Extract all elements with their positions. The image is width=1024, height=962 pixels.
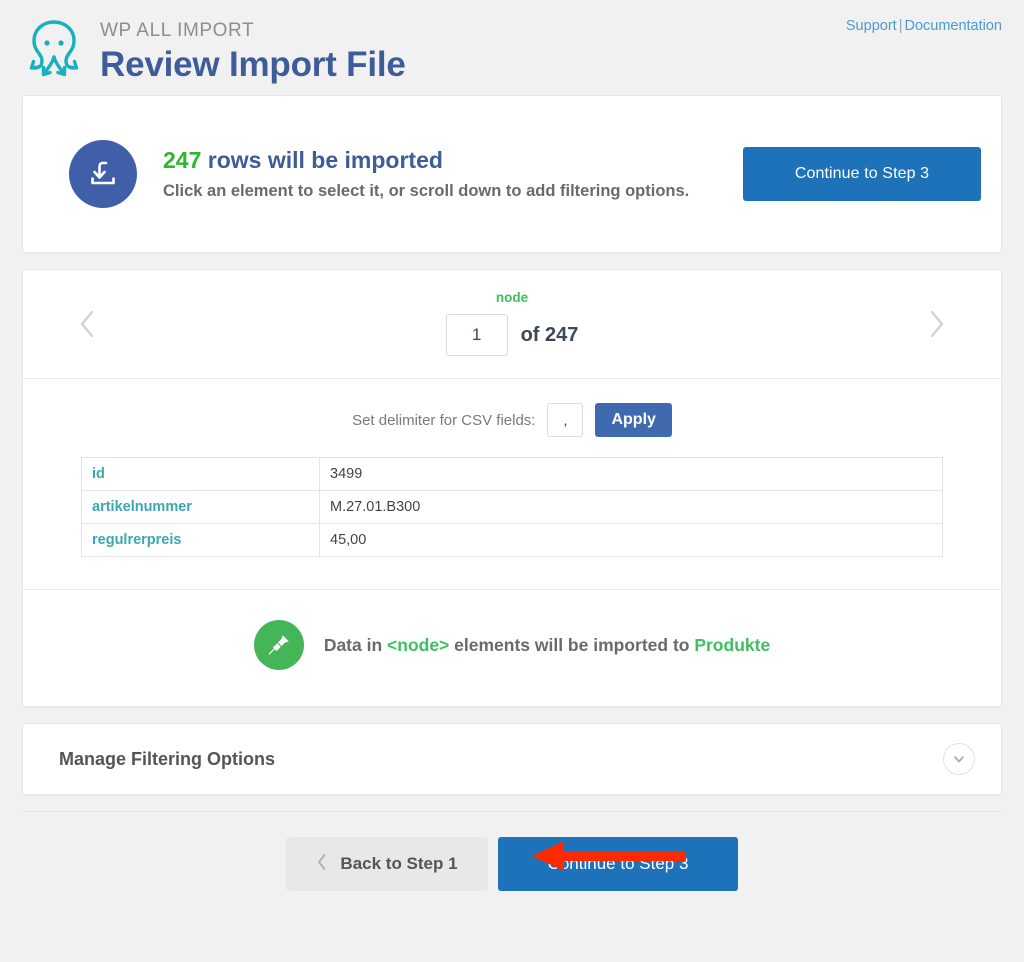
back-button-label: Back to Step 1 <box>340 854 458 873</box>
title-block: WP ALL IMPORT Review Import File <box>100 12 406 87</box>
summary-subtext: Click an element to select it, or scroll… <box>163 181 690 200</box>
record-total-label: of 247 <box>520 323 579 346</box>
import-note-text: Data in <node> elements will be imported… <box>324 635 770 656</box>
field-name[interactable]: id <box>81 457 320 491</box>
file-preview-card: node of 247 Set delimiter for CSV fields… <box>22 269 1002 707</box>
link-separator: | <box>898 18 903 34</box>
delimiter-label: Set delimiter for CSV fields: <box>352 411 536 429</box>
summary-headline: 247 rows will be imported <box>163 145 743 175</box>
download-icon <box>69 140 137 208</box>
field-value[interactable]: 3499 <box>319 457 943 491</box>
support-link[interactable]: Support <box>846 18 897 34</box>
red-arrow-left-icon <box>530 838 690 879</box>
import-summary-card: 247 rows will be imported Click an eleme… <box>22 95 1002 253</box>
preview-data-table: id 3499 artikelnummer M.27.01.B300 regul… <box>81 457 943 557</box>
row-count: 247 <box>163 146 202 173</box>
filtering-options-card[interactable]: Manage Filtering Options <box>22 723 1002 795</box>
octopus-logo-icon <box>18 14 90 90</box>
field-name[interactable]: regulrerpreis <box>81 523 320 557</box>
table-row[interactable]: id 3499 <box>81 457 943 491</box>
delimiter-input[interactable] <box>547 403 584 437</box>
pin-icon <box>253 620 304 670</box>
record-counter: of 247 <box>23 314 1001 356</box>
header-links: Support | Documentation <box>846 18 1002 34</box>
documentation-link[interactable]: Documentation <box>904 18 1002 34</box>
record-number-input[interactable] <box>445 314 508 356</box>
page-title: Review Import File <box>100 45 406 84</box>
node-type-label: node <box>495 290 529 305</box>
brand-kicker: WP ALL IMPORT <box>100 20 255 41</box>
node-navigation-row: node of 247 <box>23 270 1001 379</box>
chevron-right-icon[interactable] <box>921 307 951 341</box>
table-row[interactable]: artikelnummer M.27.01.B300 <box>81 490 943 524</box>
page-header: WP ALL IMPORT Review Import File Support… <box>0 0 1024 95</box>
back-to-step-1-button[interactable]: Back to Step 1 <box>286 837 488 891</box>
note-prefix: Data in <box>323 634 388 655</box>
chevron-down-icon[interactable] <box>943 743 975 775</box>
note-target: Produkte <box>694 634 771 655</box>
wizard-footer: Back to Step 1 Continue to Step 3 <box>22 811 1002 891</box>
import-target-note: Data in <node> elements will be imported… <box>23 590 1001 706</box>
filtering-options-title: Manage Filtering Options <box>59 748 276 769</box>
apply-delimiter-button[interactable]: Apply <box>595 403 672 437</box>
field-value[interactable]: M.27.01.B300 <box>319 490 943 524</box>
chevron-left-icon[interactable] <box>73 307 103 341</box>
summary-headline-rest: rows will be imported <box>201 146 443 173</box>
delimiter-row: Set delimiter for CSV fields: Apply <box>23 379 1001 453</box>
note-element: <node> <box>387 634 450 655</box>
chevron-left-icon <box>316 853 328 876</box>
continue-to-step-3-button-top[interactable]: Continue to Step 3 <box>743 147 981 201</box>
field-name[interactable]: artikelnummer <box>81 490 320 524</box>
table-row[interactable]: regulrerpreis 45,00 <box>81 523 943 557</box>
summary-text: 247 rows will be imported Click an eleme… <box>163 145 743 204</box>
field-value[interactable]: 45,00 <box>319 523 943 557</box>
note-middle: elements will be imported to <box>449 634 695 655</box>
